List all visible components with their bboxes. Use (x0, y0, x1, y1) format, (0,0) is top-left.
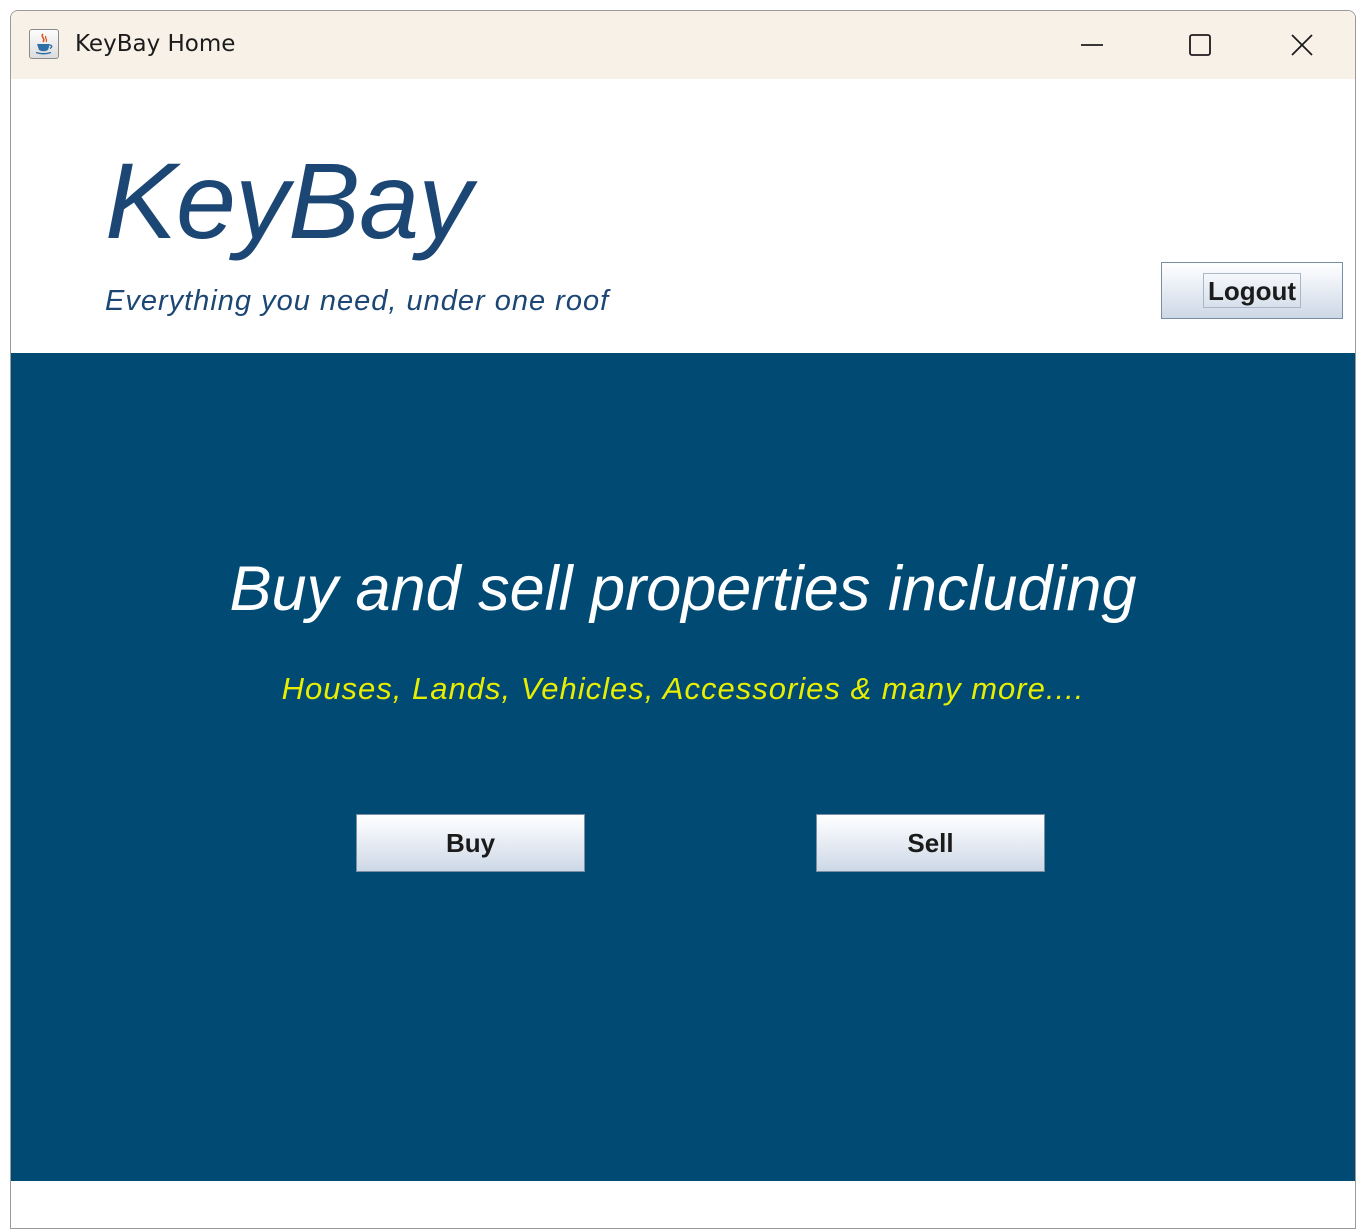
brand-tagline: Everything you need, under one roof (105, 285, 610, 317)
buy-button[interactable]: Buy (356, 814, 585, 872)
hero-subline: Houses, Lands, Vehicles, Accessories & m… (281, 671, 1085, 706)
hero-panel: Buy and sell properties including Houses… (11, 353, 1355, 1181)
logout-button[interactable]: Logout (1161, 262, 1343, 319)
sell-button[interactable]: Sell (816, 814, 1045, 872)
java-coffee-cup-icon[interactable] (29, 29, 59, 59)
logout-button-label: Logout (1202, 273, 1302, 308)
maximize-icon (1189, 34, 1211, 56)
title-bar[interactable]: KeyBay Home (11, 11, 1355, 79)
app-window: KeyBay Home KeyBay Everything you need, … (10, 10, 1356, 1229)
minimize-icon (1081, 44, 1103, 46)
header-panel: KeyBay Everything you need, under one ro… (11, 79, 1355, 353)
maximize-button[interactable] (1146, 11, 1254, 79)
buy-button-label: Buy (445, 827, 496, 858)
close-icon (1291, 34, 1313, 56)
window-title: KeyBay Home (75, 31, 236, 57)
close-button[interactable] (1248, 11, 1355, 79)
minimize-button[interactable] (1038, 11, 1146, 79)
hero-headline: Buy and sell properties including (229, 554, 1137, 624)
sell-button-label: Sell (907, 827, 954, 858)
bottom-strip (11, 1181, 1355, 1228)
brand-title: KeyBay (105, 140, 472, 261)
